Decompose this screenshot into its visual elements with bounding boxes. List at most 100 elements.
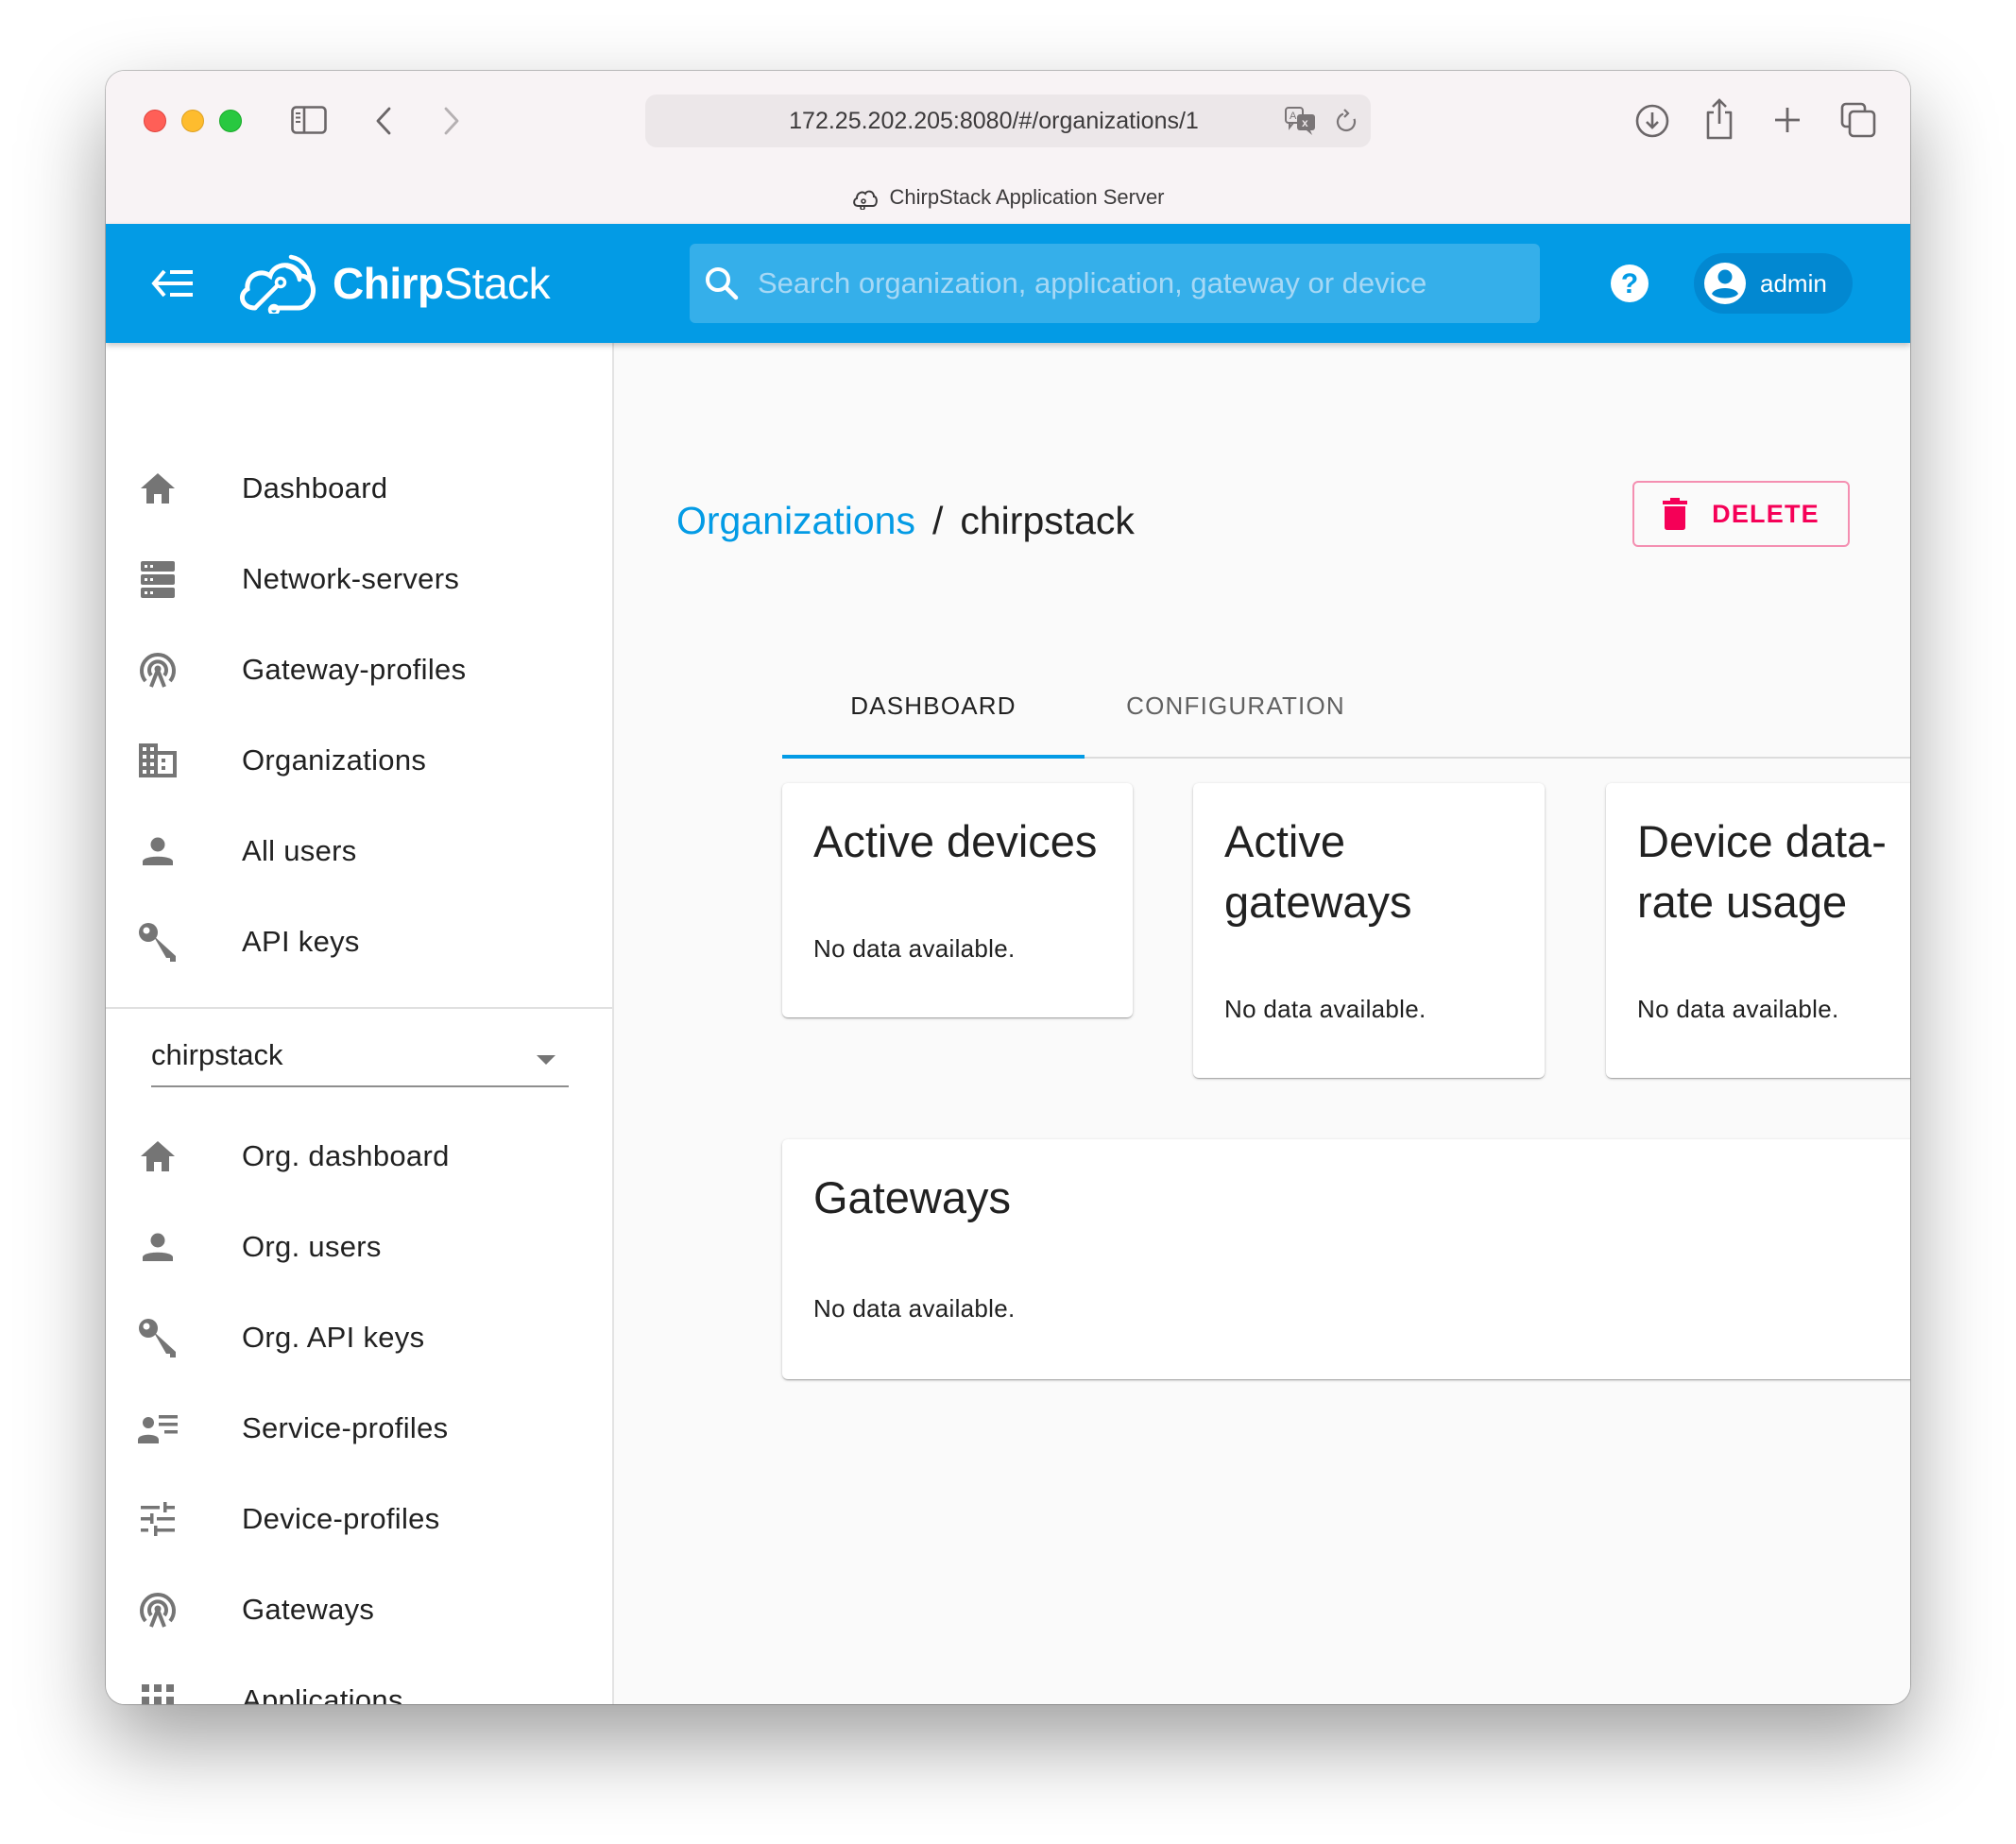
collapse-menu-button[interactable] — [151, 267, 195, 299]
sidebar-item-all-users[interactable]: All users — [106, 806, 612, 896]
tab-bar: DASHBOARD CONFIGURATION — [782, 655, 1910, 759]
reload-icon[interactable] — [1335, 108, 1358, 141]
card-title: Device data-rate usage — [1637, 816, 1887, 927]
active-tab-indicator — [782, 755, 1085, 759]
sidebar-item-gateway-profiles[interactable]: Gateway-profiles — [106, 624, 612, 715]
home-icon — [138, 1136, 178, 1176]
sidebar-item-service-profiles[interactable]: Service-profiles — [106, 1383, 612, 1474]
app-header: ChirpStack ? admin — [106, 224, 1910, 343]
card-title: Gateways — [813, 1172, 1011, 1222]
no-data-text: No data available. — [1224, 995, 1427, 1023]
chevron-down-icon — [537, 1055, 555, 1065]
sidebar-item-label: Service-profiles — [242, 1411, 449, 1444]
svg-text:A: A — [1290, 111, 1297, 122]
menu-collapse-icon — [151, 269, 193, 298]
trash-icon — [1663, 498, 1688, 530]
url-text[interactable]: 172.25.202.205:8080/#/organizations/1 — [645, 94, 1371, 147]
new-tab-icon[interactable] — [1770, 103, 1804, 137]
forward-icon[interactable] — [440, 105, 463, 137]
back-icon[interactable] — [372, 105, 395, 137]
sidebar-item-label: API keys — [242, 925, 360, 958]
share-icon[interactable] — [1702, 97, 1736, 141]
close-window-button[interactable] — [144, 110, 166, 132]
user-menu-button[interactable]: admin — [1694, 253, 1853, 314]
help-icon: ? — [1611, 265, 1649, 302]
svg-text:?: ? — [1621, 268, 1638, 299]
server-icon — [138, 559, 178, 599]
sidebar-item-org-api-keys[interactable]: Org. API keys — [106, 1292, 612, 1383]
breadcrumb-current: chirpstack — [960, 499, 1135, 542]
sidebar-item-organizations[interactable]: Organizations — [106, 715, 612, 806]
sidebar-item-dashboard[interactable]: Dashboard — [106, 443, 612, 534]
active-devices-card: Active devices No data available. — [782, 783, 1133, 1017]
sidebar-divider — [106, 1007, 612, 1009]
chirpstack-logo[interactable]: ChirpStack — [236, 245, 551, 322]
zoom-window-button[interactable] — [219, 110, 242, 132]
download-icon[interactable] — [1634, 103, 1670, 139]
breadcrumb: Organizations / chirpstack — [676, 499, 1135, 555]
logo-text: ChirpStack — [333, 259, 551, 308]
breadcrumb-organizations-link[interactable]: Organizations — [676, 499, 915, 543]
card-title: Active devices — [813, 816, 1098, 866]
browser-window: 172.25.202.205:8080/#/organizations/1 Ax… — [106, 71, 1910, 1704]
browser-tab-title: ChirpStack Application Server — [889, 185, 1165, 209]
sidebar: Dashboard Network-servers Gateway-profil… — [106, 343, 614, 1704]
key-icon — [138, 1318, 178, 1357]
search-input[interactable] — [758, 244, 1523, 323]
card-title: Active gateways — [1224, 816, 1412, 927]
sidebar-item-label: Network-servers — [242, 562, 460, 595]
building-icon — [138, 741, 178, 780]
organization-select[interactable]: chirpstack — [151, 1031, 569, 1087]
address-bar[interactable]: 172.25.202.205:8080/#/organizations/1 Ax — [645, 94, 1371, 147]
svg-text:x: x — [1302, 116, 1308, 129]
sidebar-item-label: Org. users — [242, 1230, 382, 1263]
device-data-rate-usage-card: Device data-rate usage No data available… — [1606, 783, 1910, 1078]
sidebar-item-org-dashboard[interactable]: Org. dashboard — [106, 1111, 612, 1202]
chirpstack-favicon-icon — [853, 190, 879, 210]
sidebar-item-network-servers[interactable]: Network-servers — [106, 534, 612, 624]
sidebar-item-label: Applications — [242, 1683, 403, 1704]
search-box[interactable] — [690, 244, 1540, 323]
no-data-text: No data available. — [813, 1294, 1016, 1323]
delete-button-label: DELETE — [1712, 499, 1820, 528]
key-icon — [138, 922, 178, 962]
browser-toolbar: 172.25.202.205:8080/#/organizations/1 Ax… — [106, 71, 1910, 224]
apps-grid-icon — [138, 1681, 178, 1704]
sidebar-item-device-profiles[interactable]: Device-profiles — [106, 1474, 612, 1564]
translate-icon[interactable]: Ax — [1284, 106, 1318, 141]
sidebar-item-label: Organizations — [242, 743, 427, 777]
breadcrumb-separator: / — [931, 499, 944, 542]
browser-tab[interactable]: ChirpStack Application Server — [106, 179, 1910, 216]
tab-dashboard[interactable]: DASHBOARD — [782, 655, 1085, 757]
home-icon — [138, 469, 178, 508]
sidebar-item-label: All users — [242, 834, 357, 867]
help-button[interactable]: ? — [1610, 264, 1649, 303]
sidebar-item-label: Org. dashboard — [242, 1139, 450, 1172]
sidebar-item-applications[interactable]: Applications — [106, 1655, 612, 1704]
antenna-icon — [138, 1590, 178, 1630]
main-content: Organizations / chirpstack DELETE DASHBO… — [614, 343, 1910, 1704]
tab-overview-icon[interactable] — [1839, 101, 1877, 139]
person-icon — [138, 831, 178, 871]
sidebar-item-label: Org. API keys — [242, 1321, 425, 1354]
active-gateways-card: Active gateways No data available. — [1193, 783, 1545, 1078]
gateways-card: Gateways No data available. — [782, 1139, 1910, 1379]
sidebar-item-api-keys[interactable]: API keys — [106, 896, 612, 987]
tab-configuration[interactable]: CONFIGURATION — [1085, 655, 1387, 757]
no-data-text: No data available. — [1637, 995, 1839, 1023]
tune-icon — [138, 1499, 178, 1539]
minimize-window-button[interactable] — [181, 110, 204, 132]
sidebar-item-gateways[interactable]: Gateways — [106, 1564, 612, 1655]
cloud-logo-icon — [239, 254, 316, 314]
delete-organization-button[interactable]: DELETE — [1632, 481, 1850, 547]
sidebar-item-label: Dashboard — [242, 471, 388, 504]
no-data-text: No data available. — [813, 934, 1016, 963]
search-icon — [703, 265, 741, 307]
sidebar-toggle-icon[interactable] — [291, 106, 327, 134]
person-icon — [138, 1227, 178, 1267]
user-name: admin — [1760, 268, 1827, 298]
antenna-icon — [138, 650, 178, 690]
sidebar-item-label: Device-profiles — [242, 1502, 440, 1535]
sidebar-item-org-users[interactable]: Org. users — [106, 1202, 612, 1292]
account-list-icon — [138, 1409, 178, 1448]
